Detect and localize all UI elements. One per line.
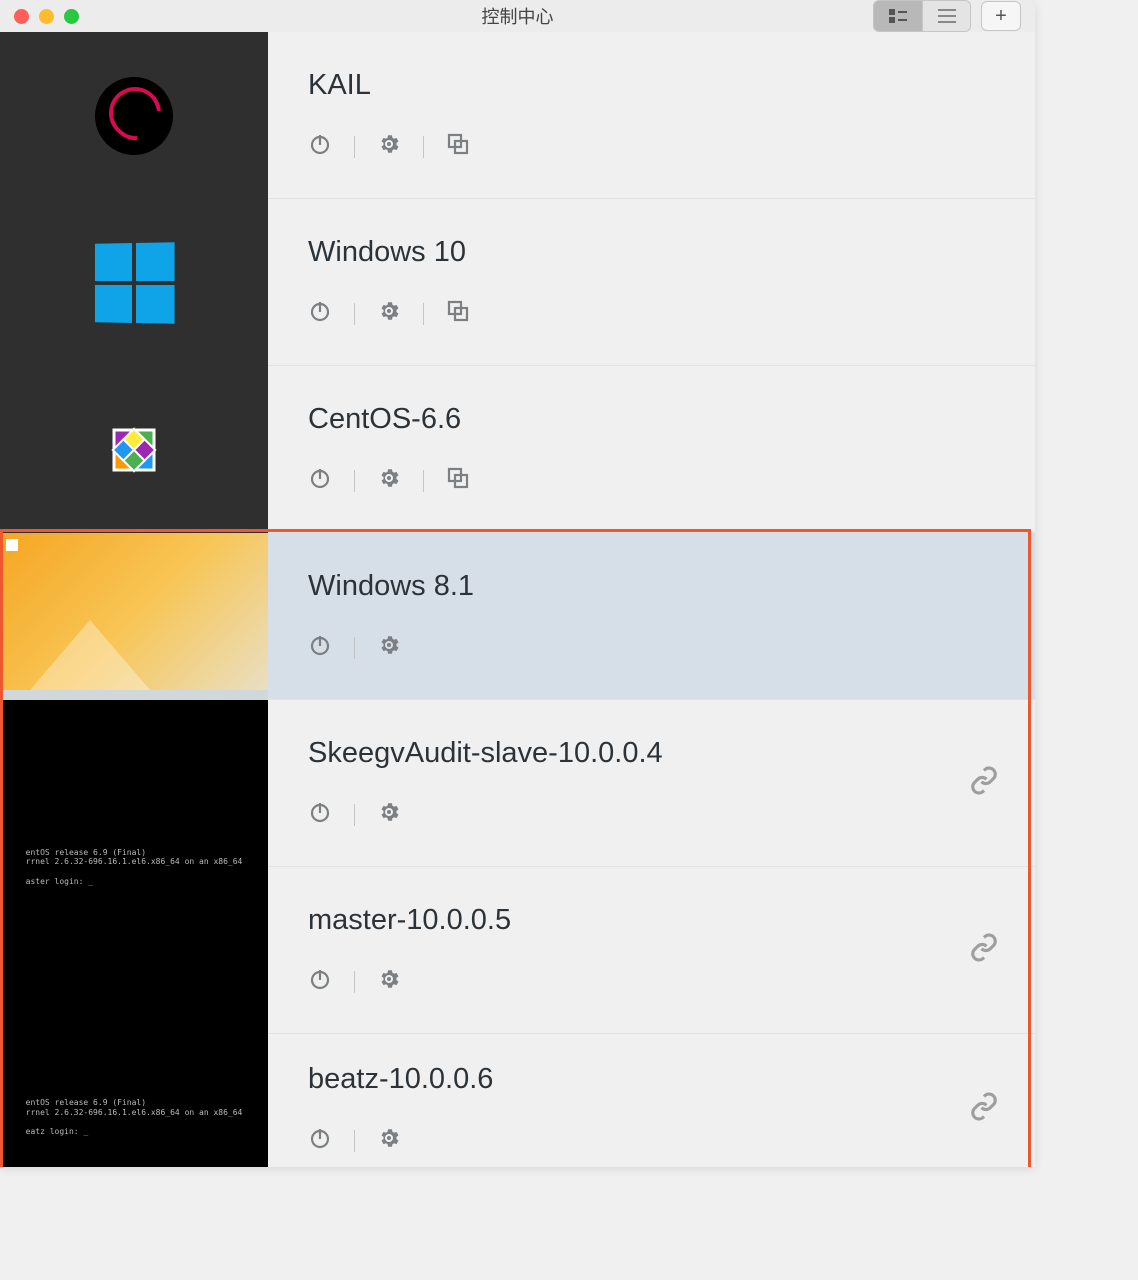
titlebar: 控制中心 + [0,0,1035,32]
vm-name: master-10.0.0.5 [308,904,995,937]
sidebar-thumb-terminal[interactable]: entOS release 6.9 (Final) rrnel 2.6.32-6… [0,700,268,1034]
vm-actions [308,633,995,662]
divider [354,804,355,826]
vm-row[interactable]: KAIL [268,32,1035,199]
add-vm-button[interactable]: + [981,1,1021,31]
power-icon[interactable] [308,466,332,495]
power-icon[interactable] [308,132,332,161]
clone-icon[interactable] [446,466,470,495]
maximize-icon[interactable] [64,9,79,24]
divider [423,303,424,325]
sidebar-thumb-win81[interactable] [0,533,268,700]
sidebar-thumb[interactable] [0,199,268,366]
divider [354,1130,355,1152]
view-switcher [873,0,971,32]
power-icon[interactable] [308,800,332,829]
vm-name: beatz-10.0.0.6 [308,1063,995,1096]
close-icon[interactable] [14,9,29,24]
vm-row[interactable]: beatz-10.0.0.6 [268,1034,1035,1167]
link-icon [969,1092,999,1127]
power-icon[interactable] [308,967,332,996]
gear-icon[interactable] [377,466,401,495]
divider [354,637,355,659]
link-icon [969,933,999,968]
list-view-button[interactable] [922,1,970,31]
vm-thumbnails-sidebar: entOS release 6.9 (Final) rrnel 2.6.32-6… [0,32,268,1167]
sidebar-thumb-terminal[interactable]: entOS release 6.9 (Final) rrnel 2.6.32-6… [0,1034,268,1167]
vm-row[interactable]: Windows 10 [268,199,1035,366]
windows-logo-icon [95,242,175,324]
vm-actions [308,132,995,161]
gear-icon[interactable] [377,299,401,328]
vm-name: Windows 8.1 [308,570,995,603]
vm-actions [308,1126,995,1155]
power-icon[interactable] [308,299,332,328]
terminal-text: entOS release 6.9 (Final) rrnel 2.6.32-6… [26,1098,243,1136]
taskbar [0,690,268,700]
wallpaper-shape [30,620,150,690]
clone-icon[interactable] [446,299,470,328]
link-icon [969,766,999,801]
divider [354,303,355,325]
divider [354,136,355,158]
gear-icon[interactable] [377,1126,401,1155]
debian-logo-icon [95,77,173,155]
power-icon[interactable] [308,1126,332,1155]
plus-icon: + [995,5,1007,28]
vm-row[interactable]: CentOS-6.6 [268,366,1035,533]
sidebar-thumb[interactable] [0,32,268,199]
sidebar-thumb[interactable] [0,366,268,533]
vm-name: SkeegvAudit-slave-10.0.0.4 [308,737,995,770]
gear-icon[interactable] [377,967,401,996]
vm-row[interactable]: SkeegvAudit-slave-10.0.0.4 [268,700,1035,867]
centos-logo-icon [91,407,177,493]
gear-icon[interactable] [377,633,401,662]
terminal-text: entOS release 6.9 (Final) rrnel 2.6.32-6… [26,848,243,886]
app-window: 控制中心 + [0,0,1035,1167]
gear-icon[interactable] [377,132,401,161]
vm-actions [308,299,995,328]
divider [423,136,424,158]
gear-icon[interactable] [377,800,401,829]
clone-icon[interactable] [446,132,470,161]
vm-name: KAIL [308,69,995,102]
vm-row-selected[interactable]: Windows 8.1 [268,533,1035,700]
vm-actions [308,800,995,829]
vm-name: Windows 10 [308,236,995,269]
tile-view-button[interactable] [874,1,922,31]
vm-list: KAIL Windows 10 [268,32,1035,1167]
list-view-icon [938,9,956,23]
minimize-icon[interactable] [39,9,54,24]
divider [423,470,424,492]
power-icon[interactable] [308,633,332,662]
vm-row[interactable]: master-10.0.0.5 [268,867,1035,1034]
vm-name: CentOS-6.6 [308,403,995,436]
desktop-file-icon [6,539,18,551]
vm-actions [308,967,995,996]
divider [354,971,355,993]
tile-view-icon [889,9,907,23]
divider [354,470,355,492]
vm-actions [308,466,995,495]
toolbar: + [873,0,1021,32]
window-controls [14,9,79,24]
